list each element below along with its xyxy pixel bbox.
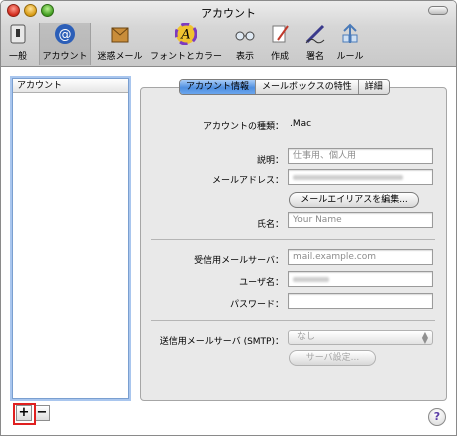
- smtp-server-value: なし: [297, 332, 316, 342]
- title-bar: アカウント: [1, 1, 456, 21]
- email-label: メールアドレス：: [211, 176, 284, 186]
- font-color-icon: A: [174, 22, 198, 46]
- incoming-server-field[interactable]: mail.example.com: [288, 249, 433, 265]
- description-label: 説明：: [256, 156, 284, 166]
- toolbar-label: 署名: [305, 52, 324, 62]
- tab-mailbox-behaviors[interactable]: メールボックスの特性: [256, 80, 359, 94]
- smtp-server-popup[interactable]: なし ▲ ▼: [288, 330, 433, 345]
- svg-text:A: A: [180, 28, 190, 43]
- account-list[interactable]: アカウント: [12, 78, 129, 399]
- add-button-highlight: [13, 403, 36, 425]
- toolbar-item-accounts[interactable]: @ アカウント: [39, 23, 91, 65]
- toolbar-label: フォントとカラー: [149, 52, 222, 62]
- compose-pen-icon: [269, 23, 291, 45]
- preferences-window: アカウント 一般 @ アカウント 迷惑メール A フォントとカラー 表示 作成 …: [0, 0, 457, 436]
- rules-icon: [339, 23, 361, 45]
- account-type-value: .Mac: [290, 119, 312, 129]
- password-label: パスワード：: [229, 300, 284, 310]
- switch-icon: [7, 23, 29, 45]
- toolbar-item-viewing[interactable]: 表示: [230, 23, 260, 65]
- account-list-header: アカウント: [13, 79, 128, 93]
- toolbar-item-fonts-colors[interactable]: A フォントとカラー: [147, 22, 225, 65]
- section-divider: [151, 239, 435, 240]
- toolbar-toggle-button[interactable]: [428, 6, 448, 15]
- toolbar-label: 表示: [235, 52, 254, 62]
- svg-text:@: @: [59, 28, 72, 43]
- toolbar-item-junk-mail[interactable]: 迷惑メール: [95, 23, 145, 65]
- at-sign-icon: @: [54, 23, 76, 45]
- window-title: アカウント: [201, 7, 256, 20]
- user-name-field[interactable]: [288, 271, 433, 287]
- full-name-field[interactable]: Your Name: [288, 212, 433, 228]
- toolbar-item-composing[interactable]: 作成: [266, 23, 294, 65]
- toolbar-item-general[interactable]: 一般: [5, 23, 31, 65]
- window-chrome: アカウント 一般 @ アカウント 迷惑メール A フォントとカラー 表示 作成 …: [1, 1, 456, 67]
- password-field[interactable]: [288, 293, 433, 309]
- email-field[interactable]: [288, 169, 433, 185]
- toolbar-label: 作成: [270, 52, 289, 62]
- edit-email-alias-button[interactable]: メールエイリアスを編集...: [289, 192, 419, 208]
- junk-mail-icon: [109, 23, 131, 45]
- smtp-server-label: 送信用メールサーバ (SMTP)：: [159, 337, 284, 347]
- account-type-label: アカウントの種類：: [202, 122, 284, 132]
- tab-bar: アカウント情報 メールボックスの特性 詳細: [179, 79, 390, 95]
- signature-pen-icon: [304, 23, 326, 45]
- toolbar: 一般 @ アカウント 迷惑メール A フォントとカラー 表示 作成 署名 ルール: [1, 21, 456, 67]
- description-field[interactable]: 仕事用、個人用: [288, 148, 433, 164]
- full-name-label: 氏名：: [256, 220, 284, 230]
- toolbar-item-signatures[interactable]: 署名: [300, 23, 330, 65]
- help-button[interactable]: ?: [428, 408, 446, 426]
- toolbar-label: 一般: [8, 52, 27, 62]
- tab-advanced[interactable]: 詳細: [358, 80, 389, 94]
- toolbar-label: アカウント: [42, 52, 88, 62]
- user-name-label: ユーザ名：: [239, 278, 284, 288]
- chevron-up-down-icon: ▲ ▼: [421, 330, 428, 345]
- tab-account-info[interactable]: アカウント情報: [180, 80, 257, 94]
- glasses-icon: [234, 23, 256, 45]
- toolbar-label: ルール: [336, 52, 364, 62]
- toolbar-item-rules[interactable]: ルール: [334, 23, 366, 65]
- section-divider: [151, 320, 435, 321]
- server-settings-button[interactable]: サーバ設定...: [289, 350, 376, 366]
- incoming-server-label: 受信用メールサーバ：: [194, 256, 284, 266]
- toolbar-label: 迷惑メール: [97, 52, 143, 62]
- remove-account-button[interactable]: −: [34, 405, 50, 421]
